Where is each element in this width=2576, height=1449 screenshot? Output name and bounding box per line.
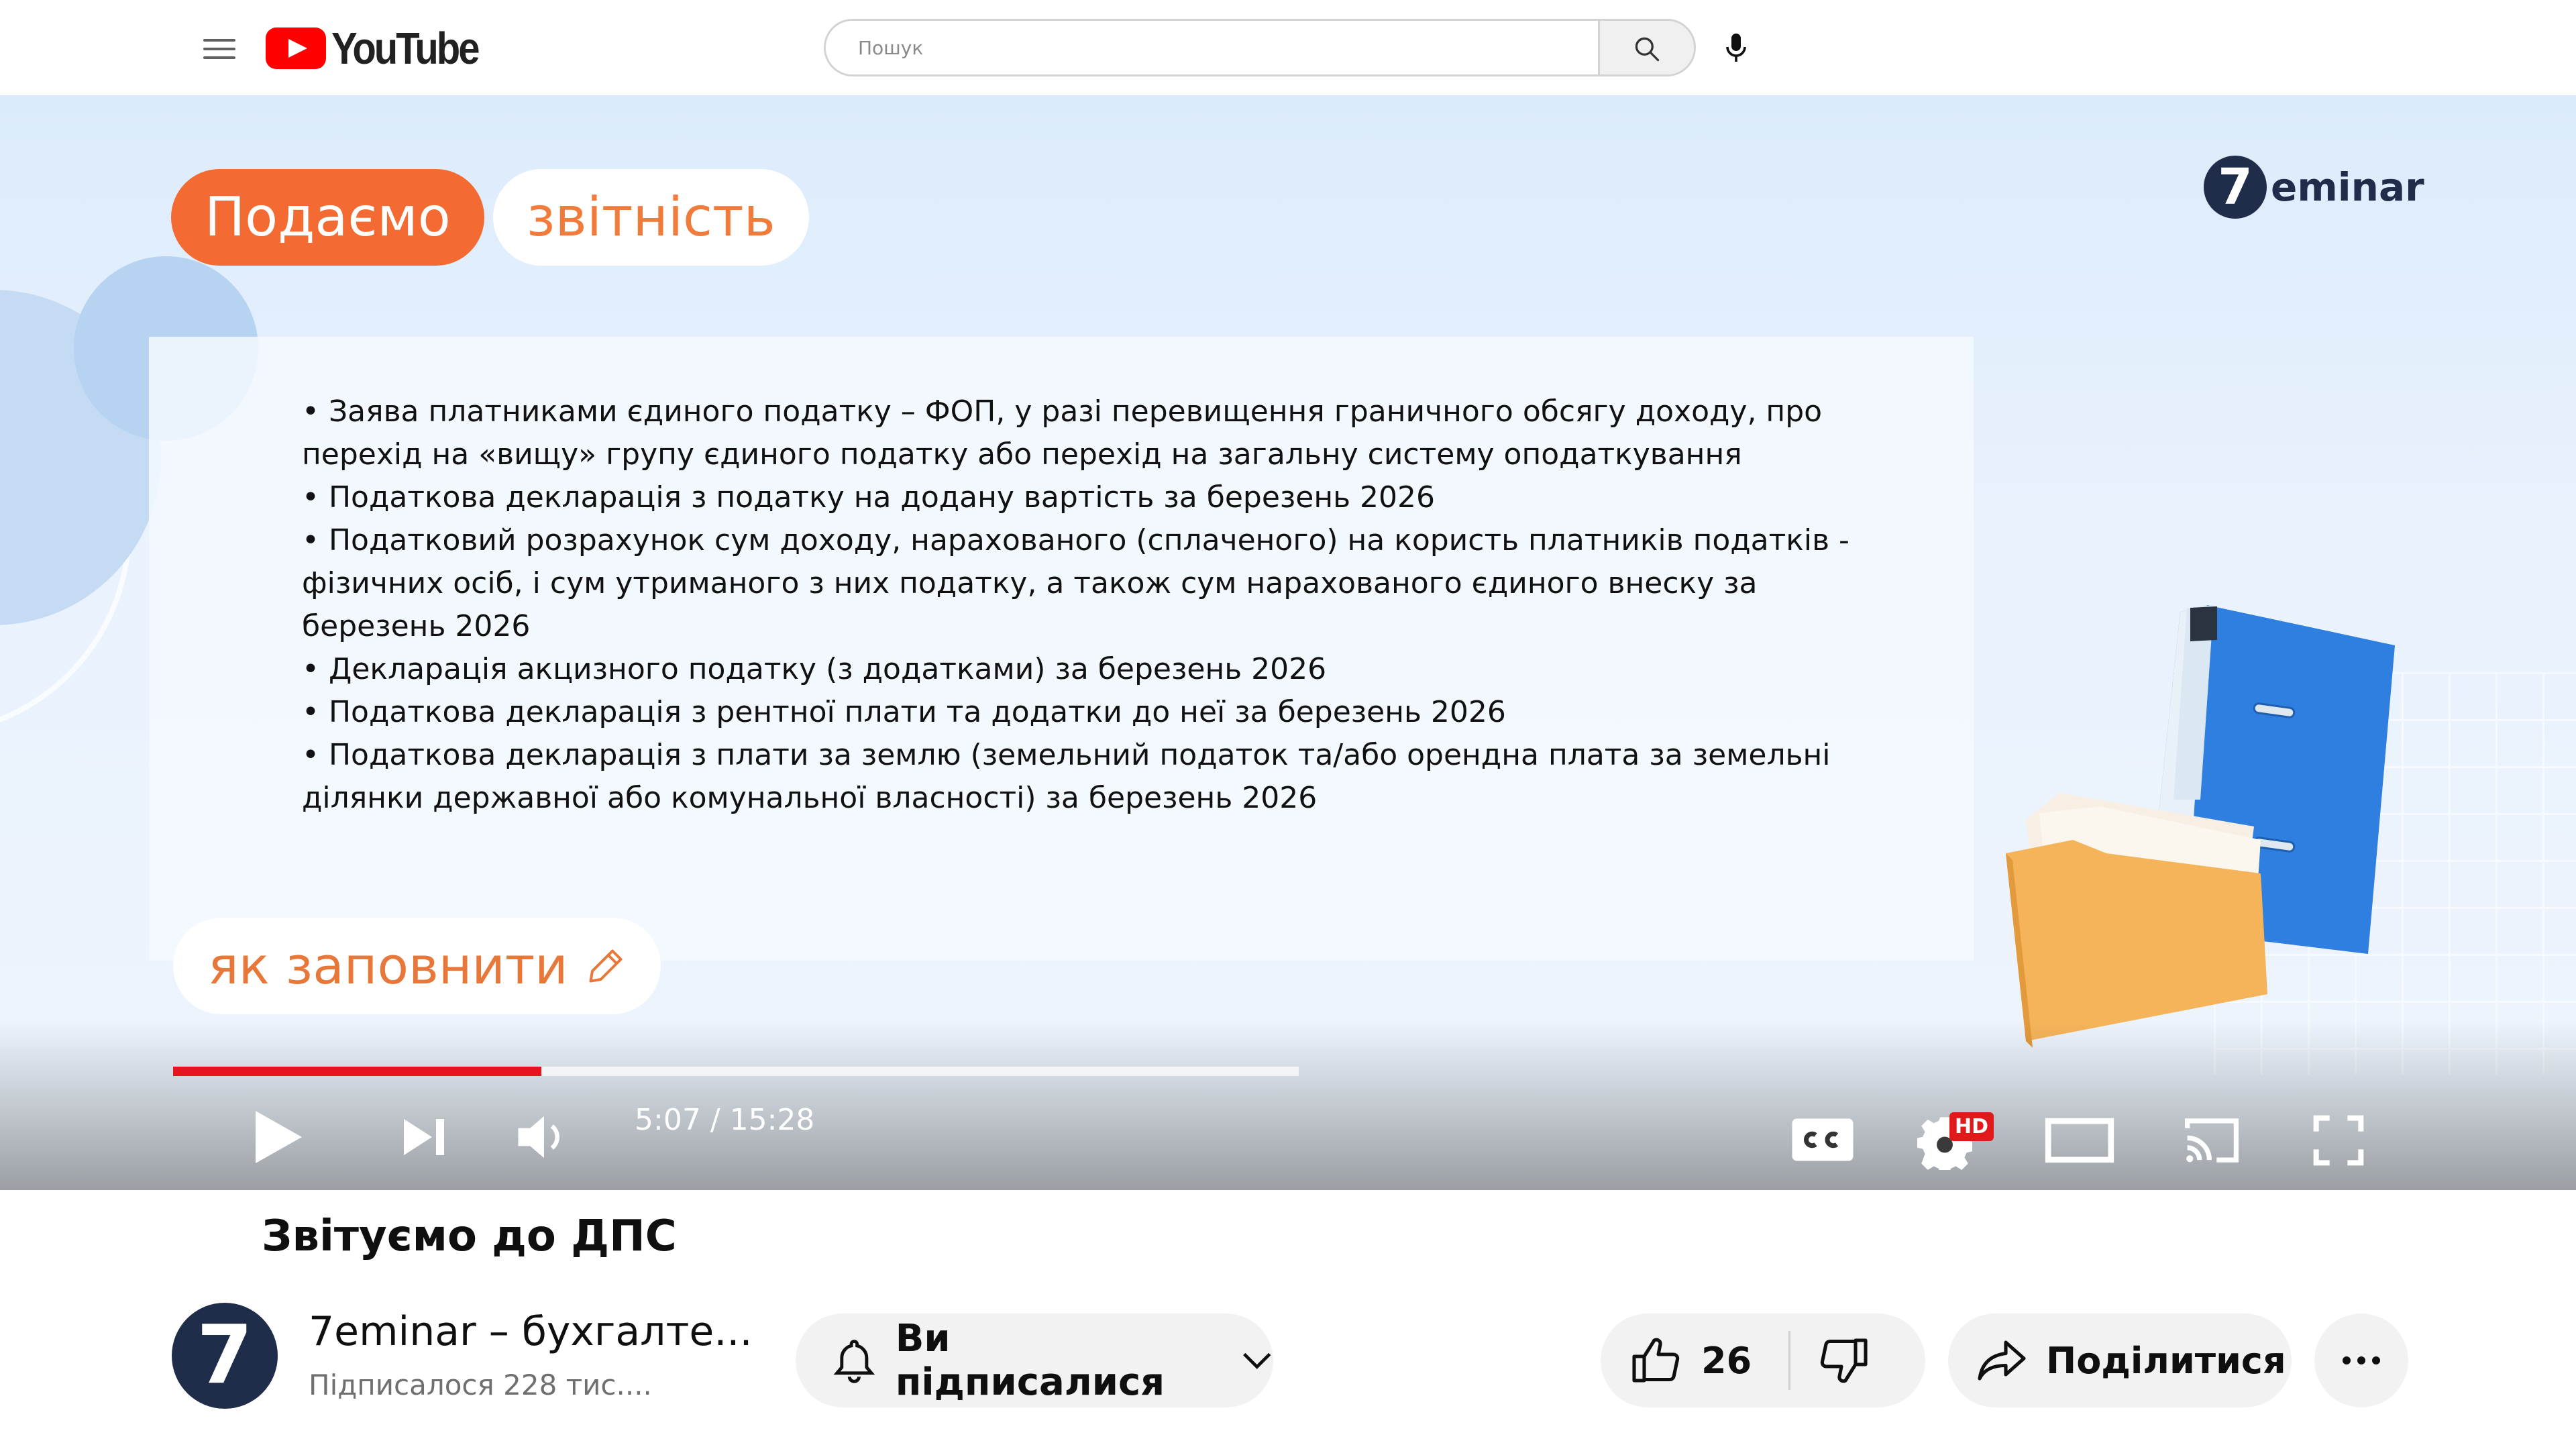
youtube-logo-icon [266,28,326,69]
how-to-fill-label: як заповнити [208,936,568,996]
slide-bullet-list: • Заява платниками єдиного податку – ФОП… [302,390,1849,820]
chevron-down-icon [1243,1352,1271,1369]
brand-text: eminar [2271,164,2424,210]
progress-bar[interactable] [173,1067,1299,1076]
search-icon [1635,37,1660,62]
progress-played [173,1067,541,1076]
bell-icon [833,1340,875,1383]
slide-tag-secondary: звітність [493,169,809,266]
brand-logo: 7 eminar [2204,156,2424,219]
hd-badge: HD [1949,1112,1994,1141]
like-button[interactable]: 26 [1601,1313,1788,1407]
brand-badge: 7 [2204,156,2267,219]
play-icon[interactable] [250,1107,306,1167]
share-label: Поділитися [2046,1339,2286,1382]
captions-icon[interactable] [1790,1116,1856,1163]
fullscreen-icon[interactable] [2312,1114,2365,1167]
bullet-line: фізичних осіб, і сум утриманого з них по… [302,566,1758,600]
like-dislike-group: 26 [1601,1313,1925,1407]
cast-icon[interactable] [2179,1114,2245,1167]
bullet-line: • Податкова декларація з плати за землю … [302,738,1831,772]
theater-mode-icon[interactable] [2043,1116,2116,1165]
channel-name[interactable]: 7eminar – бухгалте... [309,1308,753,1355]
youtube-logo[interactable]: YouTube [266,23,480,73]
subscribed-button[interactable]: Ви підписалися [796,1313,1273,1407]
bullet-line: ділянки державної або комунальної власно… [302,781,1318,815]
menu-icon[interactable] [203,39,235,59]
thumbs-down-icon [1820,1338,1868,1383]
search-button[interactable] [1598,21,1694,74]
share-button[interactable]: Поділитися [1948,1313,2292,1407]
pencil-icon [589,949,622,983]
top-bar: YouTube [0,0,2576,95]
channel-avatar[interactable]: 7 [172,1303,278,1409]
video-player[interactable]: Подаємо звітність 7 eminar • Заява платн… [0,95,2576,1190]
video-title: Звітуємо до ДПС [262,1212,677,1261]
how-to-fill-tag: як заповнити [173,918,661,1014]
subscriber-count: Підписалося 228 тис.... [309,1368,652,1401]
subscribed-label: Ви підписалися [895,1317,1165,1404]
slide-tag-primary: Подаємо [171,169,484,266]
bullet-line: перехід на «вищу» групу єдиного податку … [302,437,1742,472]
search-input[interactable] [826,21,1598,74]
logo-text: YouTube [331,23,480,74]
bullet-line: • Податкова декларація з податку на дода… [302,480,1436,515]
like-count: 26 [1701,1339,1752,1382]
thumbs-up-icon [1632,1338,1680,1383]
microphone-icon[interactable] [1724,32,1748,64]
next-icon[interactable] [400,1115,448,1159]
dislike-button[interactable] [1790,1313,1925,1407]
more-horizontal-icon [2343,1356,2380,1364]
share-icon [1978,1340,2026,1381]
search-bar [824,19,1696,76]
bullet-line: • Податкова декларація з рентної плати т… [302,695,1506,729]
bullet-line: • Декларація акцизного податку (з додатк… [302,652,1327,686]
time-display: 5:07 / 15:28 [635,1103,815,1137]
bullet-line: • Податковий розрахунок сум доходу, нара… [302,523,1849,557]
bullet-line: березень 2026 [302,609,531,643]
bullet-line: • Заява платниками єдиного податку – ФОП… [302,394,1823,429]
more-actions-button[interactable] [2314,1313,2408,1407]
volume-icon[interactable] [514,1112,570,1162]
